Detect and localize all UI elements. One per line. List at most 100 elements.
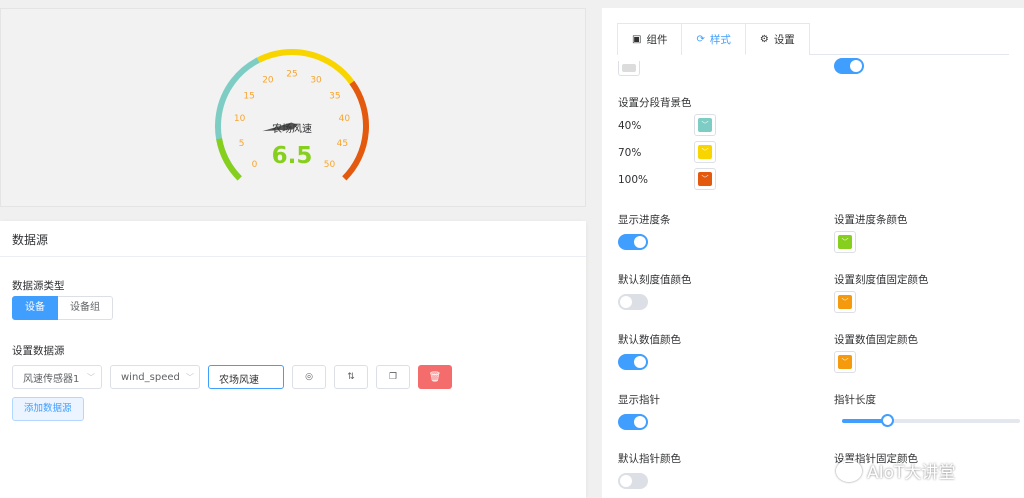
tab-label: 设置 <box>773 34 795 46</box>
gauge-tick-label: 30 <box>310 75 322 85</box>
toggle-partial[interactable] <box>834 58 864 74</box>
device-select-value: 风速传感器1 <box>23 373 80 385</box>
eye-icon: ◎ <box>305 372 313 382</box>
show-progress-label: 显示进度条 <box>618 214 671 226</box>
chevron-down-icon: ﹀ <box>701 120 709 129</box>
slider-fill <box>842 419 887 423</box>
color-picker-partial[interactable] <box>618 61 640 76</box>
toggle-knob <box>634 416 646 428</box>
toggle-knob <box>620 475 632 487</box>
default-value-color-toggle[interactable] <box>618 354 648 370</box>
segment-color-picker-3[interactable]: ﹀ <box>694 168 716 190</box>
gauge-tick-label: 5 <box>239 139 245 149</box>
color-fill: ﹀ <box>698 118 712 132</box>
gauge-progress-arc <box>216 138 242 181</box>
tab-component[interactable]: ▣ 组件 <box>617 23 683 55</box>
watermark-text: AIoT大讲堂 <box>867 463 956 483</box>
weibo-logo-icon <box>836 459 862 482</box>
color-fill: ﹀ <box>698 145 712 159</box>
progress-color-label: 设置进度条颜色 <box>834 214 908 226</box>
gauge-tick-label: 0 <box>252 160 258 170</box>
chevron-down-icon: ﹀ <box>841 357 849 366</box>
color-fill: ﹀ <box>838 295 852 309</box>
gauge-value: 6.5 <box>272 143 313 169</box>
type-device-group-button[interactable]: 设备组 <box>58 296 113 320</box>
chevron-down-icon: ﹀ <box>185 372 194 382</box>
toggle-knob <box>634 236 646 248</box>
tab-settings[interactable]: ⚙ 设置 <box>745 23 810 55</box>
gauge-chart: 0 5 10 15 20 25 30 35 40 45 50 农场风速 6.5 <box>215 49 369 181</box>
delete-button[interactable]: 🗑 <box>418 365 452 389</box>
preview-button[interactable]: ◎ <box>292 365 326 389</box>
device-select[interactable]: 风速传感器1 ﹀ <box>12 365 102 389</box>
datasource-type-switch: 设备 设备组 <box>12 296 113 320</box>
gauge-segment-arc <box>342 80 369 181</box>
color-fill: ﹀ <box>838 355 852 369</box>
tab-style[interactable]: ⟳ 样式 <box>682 23 746 55</box>
datasource-panel: 数据源 数据源类型 设备 设备组 设置数据源 风速传感器1 ﹀ wind_spe… <box>0 221 586 498</box>
show-pointer-label: 显示指针 <box>618 394 660 406</box>
slider-handle[interactable] <box>880 414 894 427</box>
sort-icon: ⇅ <box>347 372 355 382</box>
type-device-button[interactable]: 设备 <box>12 296 58 320</box>
color-fill <box>622 64 636 72</box>
fixed-value-color-picker[interactable]: ﹀ <box>834 351 856 373</box>
settings-panel: ▣ 组件 ⟳ 样式 ⚙ 设置 设置分段背景色 40% ﹀ 70% ﹀ 100% … <box>602 8 1024 498</box>
chevron-down-icon: ﹀ <box>841 297 849 306</box>
default-tick-color-toggle[interactable] <box>618 294 648 310</box>
datasource-row: 风速传感器1 ﹀ wind_speed ﹀ 农场风速 ◎ ⇅ ❐ 🗑 <box>12 365 452 389</box>
copy-icon: ❐ <box>388 372 398 382</box>
fixed-value-color-label: 设置数值固定颜色 <box>834 334 918 346</box>
tab-label: 组件 <box>646 34 668 46</box>
pointer-length-slider[interactable] <box>842 414 1020 427</box>
progress-color-picker[interactable]: ﹀ <box>834 231 856 253</box>
sort-button[interactable]: ⇅ <box>334 365 368 389</box>
tab-label: 样式 <box>709 33 731 46</box>
style-icon: ⟳ <box>696 33 705 45</box>
default-pointer-color-label: 默认指针颜色 <box>618 453 681 465</box>
datasource-header: 数据源 <box>0 221 586 257</box>
default-tick-color-label: 默认刻度值颜色 <box>618 274 692 286</box>
gauge-tick-label: 35 <box>329 91 340 101</box>
toggle-knob <box>850 60 862 72</box>
chevron-down-icon: ﹀ <box>701 174 709 183</box>
chevron-down-icon: ﹀ <box>841 237 849 246</box>
default-pointer-color-toggle[interactable] <box>618 473 648 489</box>
gauge-tick-label: 50 <box>324 160 336 170</box>
segment-pct-3: 100% <box>618 174 649 186</box>
toggle-knob <box>634 356 646 368</box>
pointer-length-label: 指针长度 <box>834 394 876 406</box>
gauge-tick-label: 45 <box>337 139 348 149</box>
color-fill: ﹀ <box>838 235 852 249</box>
segment-color-picker-1[interactable]: ﹀ <box>694 114 716 136</box>
show-progress-toggle[interactable] <box>618 234 648 250</box>
chevron-down-icon: ﹀ <box>87 372 95 382</box>
show-pointer-toggle[interactable] <box>618 414 648 430</box>
field-select[interactable]: wind_speed ﹀ <box>110 365 200 389</box>
gauge-title: 农场风速 <box>272 122 312 135</box>
toggle-knob <box>620 296 632 308</box>
color-fill: ﹀ <box>698 172 712 186</box>
gauge-tick-label: 20 <box>262 75 274 85</box>
datasource-config-label: 设置数据源 <box>12 345 65 357</box>
default-value-color-label: 默认数值颜色 <box>618 334 681 346</box>
datasource-type-label: 数据源类型 <box>12 280 65 292</box>
segment-pct-1: 40% <box>618 120 642 132</box>
settings-tabs: ▣ 组件 ⟳ 样式 ⚙ 设置 <box>617 23 1009 55</box>
gauge-tick-label: 15 <box>243 91 254 101</box>
gauge-tick-label: 25 <box>286 70 297 80</box>
name-input[interactable]: 农场风速 <box>208 365 284 389</box>
gauge-tick-label: 10 <box>234 114 246 124</box>
fixed-tick-color-picker[interactable]: ﹀ <box>834 291 856 313</box>
gear-icon: ⚙ <box>759 34 769 45</box>
watermark: AIoT大讲堂 <box>836 458 955 483</box>
field-select-value: wind_speed <box>121 371 180 383</box>
segment-pct-2: 70% <box>618 147 642 159</box>
add-datasource-button[interactable]: 添加数据源 <box>12 397 84 421</box>
chevron-down-icon: ﹀ <box>701 147 709 156</box>
gauge-preview: 0 5 10 15 20 25 30 35 40 45 50 农场风速 6.5 <box>0 8 586 207</box>
copy-button[interactable]: ❐ <box>376 365 410 389</box>
segment-color-picker-2[interactable]: ﹀ <box>694 141 716 163</box>
gauge-tick-label: 40 <box>339 114 351 124</box>
fixed-tick-color-label: 设置刻度值固定颜色 <box>834 274 929 286</box>
